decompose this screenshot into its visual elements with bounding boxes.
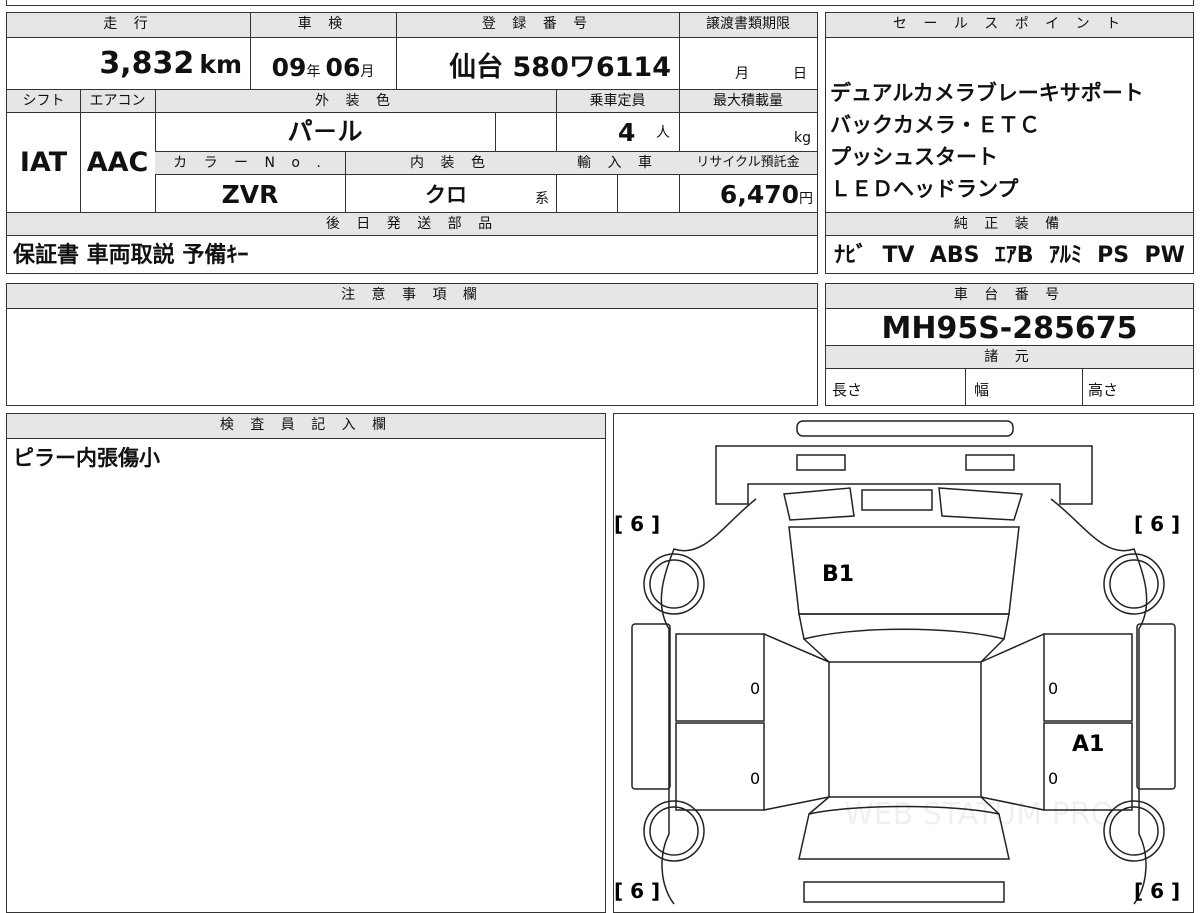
- exterior-color-value: パ－ル: [287, 117, 363, 146]
- car-diagram-panel: [ 6 ] [ 6 ] [ 6 ] [ 6 ] B1 A1 0 0 0 0 WE…: [613, 413, 1194, 913]
- sales-points-header: セ ー ル ス ポ イ ン ト: [826, 13, 1193, 37]
- interior-color-cell: クロ 系: [345, 175, 556, 212]
- tire-label-rear-right: [ 6 ]: [1134, 879, 1180, 903]
- notes-header: 注 意 事 項 欄: [7, 284, 817, 308]
- sales-points-panel: セ ー ル ス ポ イ ン ト デュアルカメラブレーキサポート バックカメラ・Ｅ…: [825, 12, 1194, 274]
- chassis-panel: 車 台 番 号 MH95S-285675 諸 元 長さ 幅 高さ: [825, 283, 1194, 406]
- top-strip: [6, 0, 1194, 6]
- later-parts-header: 後 日 発 送 部 品: [7, 213, 817, 235]
- door-value-front-left: 0: [750, 679, 760, 698]
- aircon-header: エアコン: [80, 90, 155, 112]
- sales-point-item: ＬＥＤヘッドランプ: [830, 177, 1019, 201]
- inspection-year: 09: [271, 53, 307, 82]
- tire-label-front-right: [ 6 ]: [1134, 512, 1180, 536]
- specs-header: 諸 元: [826, 346, 1193, 368]
- door-rear-left: [675, 722, 765, 811]
- door-value-front-right: 0: [1048, 679, 1058, 698]
- sales-point-item: バックカメラ・ＥＴＣ: [830, 113, 1040, 137]
- inspector-comment: ピラー内張傷小: [13, 446, 160, 470]
- later-parts-value: 保証書 車両取説 予備ｷｰ: [13, 243, 249, 268]
- windshield: [798, 613, 1010, 640]
- door-front-right: [1043, 633, 1133, 722]
- door-front-left: [675, 633, 765, 722]
- spec-height-label: 高さ: [1088, 381, 1119, 399]
- recycle-unit: 円: [799, 191, 813, 207]
- tire-label-front-left: [ 6 ]: [614, 512, 660, 536]
- watermark: WEB STATUM PRO: [844, 797, 1114, 832]
- recycle-header: リサイクル預託金: [679, 152, 817, 174]
- body-outline: [660, 498, 1148, 905]
- registration-header: 登 録 番 号: [396, 13, 679, 37]
- exterior-color-header: 外 装 色: [155, 90, 556, 112]
- capacity-header: 乗車定員: [556, 90, 679, 112]
- wheel-front-right: [1103, 553, 1165, 615]
- mileage-cell: 3,832 km: [7, 39, 250, 89]
- registration-value: 仙台 580ワ6114: [449, 52, 671, 83]
- roof: [828, 661, 982, 798]
- grille-right: [938, 487, 1023, 521]
- door-value-rear-left: 0: [750, 769, 760, 788]
- wheel-front-left: [643, 553, 705, 615]
- grille-left: [783, 487, 855, 521]
- chassis-header: 車 台 番 号: [826, 284, 1193, 308]
- sales-point-item: デュアルカメラブレーキサポート: [830, 81, 1144, 105]
- year-unit: 年: [306, 64, 321, 80]
- aircon-value: AAC: [86, 147, 149, 178]
- transfer-deadline-header: 譲渡書類期限: [679, 13, 817, 37]
- max-load-unit: kg: [794, 130, 811, 146]
- main-info-table: 走 行 車 検 登 録 番 号 譲渡書類期限 3,832 km 09年 06 月 …: [6, 12, 818, 274]
- color-no-value: ZVR: [221, 180, 279, 209]
- month-unit: 月: [360, 64, 375, 80]
- door-value-rear-right: 0: [1048, 769, 1058, 788]
- damage-mark-hood: B1: [822, 562, 854, 587]
- interior-color-header: 内 装 色: [345, 152, 556, 174]
- inspector-panel: 検 査 員 記 入 欄 ピラー内張傷小: [6, 413, 606, 913]
- side-sill-left: [631, 623, 671, 790]
- spec-width-label: 幅: [974, 381, 990, 399]
- shift-value: IAT: [19, 147, 68, 178]
- genuine-equipment-value: ﾅﾋﾞ TV ABS ｴｱB ｱﾙﾐ PS PW: [834, 243, 1185, 268]
- headlight-right: [965, 454, 1015, 471]
- color-no-header: カ ラ ー N o .: [155, 152, 345, 174]
- mileage-header: 走 行: [7, 13, 250, 37]
- inspector-header: 検 査 員 記 入 欄: [7, 414, 605, 438]
- capacity-unit: 人: [656, 125, 670, 141]
- genuine-equipment-header: 純 正 装 備: [826, 213, 1193, 235]
- front-bumper: [715, 445, 1093, 505]
- import-header: 輸 入 車: [556, 152, 679, 174]
- shift-header: シフト: [7, 90, 80, 112]
- headlight-left: [796, 454, 846, 471]
- chassis-value: MH95S-285675: [881, 311, 1138, 346]
- interior-color-value: クロ: [425, 183, 467, 207]
- recycle-value: 6,470: [719, 180, 799, 209]
- capacity-value: 4: [618, 118, 636, 147]
- sales-point-item: プッシュスタート: [830, 145, 998, 169]
- inspection-header: 車 検: [250, 13, 396, 37]
- rear-bumper: [803, 881, 1005, 903]
- sales-points-list: デュアルカメラブレーキサポート バックカメラ・ＥＴＣ プッシュスタート ＬＥＤヘ…: [830, 77, 1192, 205]
- spec-length-label: 長さ: [832, 381, 863, 399]
- inspection-month: 06: [325, 53, 361, 82]
- capacity-cell: 4 人: [556, 113, 679, 151]
- mileage-value: 3,832: [99, 46, 195, 81]
- notes-panel: 注 意 事 項 欄: [6, 283, 818, 406]
- inspection-date: 09年 06月: [250, 39, 396, 89]
- front-bumper-strip: [796, 420, 1014, 437]
- car-condition-diagram: [ 6 ] [ 6 ] [ 6 ] [ 6 ] B1 A1 0 0 0 0 WE…: [614, 420, 1180, 905]
- tire-label-rear-left: [ 6 ]: [614, 879, 660, 903]
- transfer-deadline-value: 月 日: [679, 39, 817, 89]
- side-sill-right: [1136, 623, 1176, 790]
- mileage-unit: km: [199, 50, 242, 79]
- damage-mark-rear-right-door: A1: [1072, 732, 1104, 757]
- max-load-header: 最大積載量: [679, 90, 817, 112]
- wheel-rear-left: [643, 800, 705, 862]
- recycle-cell: 6,470円: [679, 175, 817, 212]
